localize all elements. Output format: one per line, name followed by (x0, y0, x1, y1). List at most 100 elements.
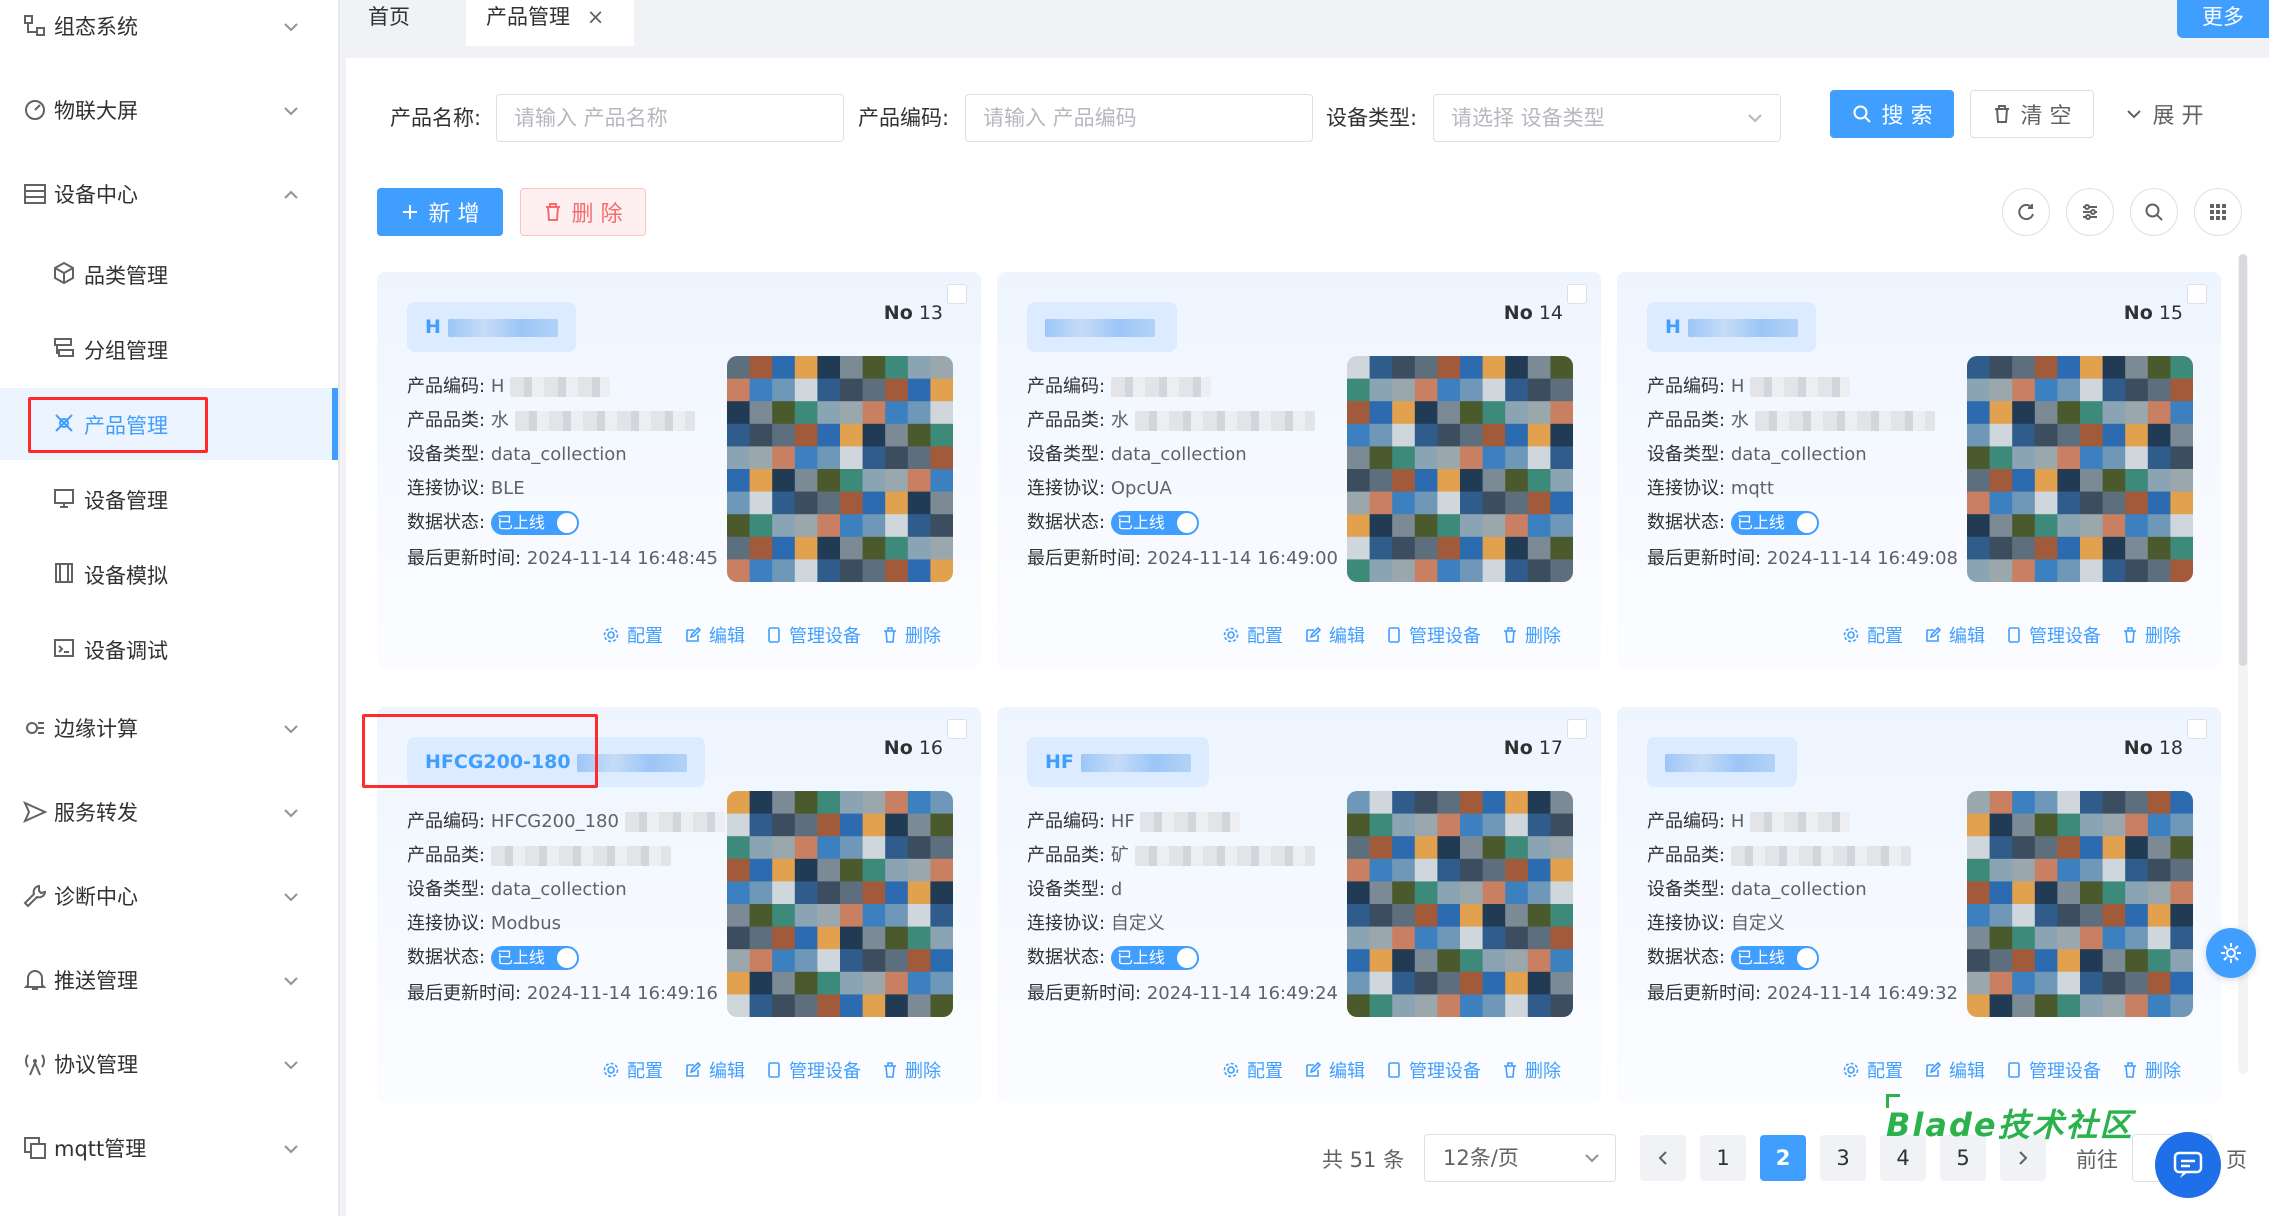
menu-group-dashboard[interactable]: 物联大屏 (0, 80, 338, 140)
menu-group-diagnose[interactable]: 诊断中心 (0, 866, 338, 926)
refresh-button[interactable] (2002, 188, 2050, 236)
manage-devices-action[interactable]: 管理设备 (2007, 1057, 2101, 1083)
menu-group-protocol[interactable]: 协议管理 (0, 1034, 338, 1094)
filter-settings-button[interactable] (2066, 188, 2114, 236)
manage-devices-action[interactable]: 管理设备 (767, 622, 861, 648)
switch-label: 已上线 (496, 948, 545, 967)
settings-float-button[interactable] (2206, 928, 2256, 978)
edit-action[interactable]: 编辑 (685, 622, 745, 648)
product-image (1347, 356, 1573, 582)
device-type-select[interactable]: 请选择 设备类型 (1433, 94, 1781, 142)
manage-devices-action[interactable]: 管理设备 (2007, 622, 2101, 648)
clear-button[interactable]: 清 空 (1970, 90, 2094, 138)
edit-action[interactable]: 编辑 (1925, 622, 1985, 648)
close-icon[interactable]: × (587, 5, 605, 29)
status-switch[interactable]: 已上线 (1730, 946, 1819, 970)
page-button[interactable]: 3 (1820, 1135, 1866, 1181)
product-card[interactable]: No 14 产品编码: 产品品类: 水 设备类型: data_collectio… (997, 272, 1601, 668)
tab-home[interactable]: 首页 (368, 0, 448, 46)
menu-group-forward[interactable]: 服务转发 (0, 782, 338, 842)
sidebar-item-category[interactable]: 品类管理 (0, 238, 338, 308)
sidebar-item-group[interactable]: 分组管理 (0, 313, 338, 383)
delete-action[interactable]: 删除 (2123, 622, 2181, 648)
page-button-active[interactable]: 2 (1760, 1135, 1806, 1181)
prev-page-button[interactable] (1640, 1135, 1686, 1181)
card-checkbox[interactable] (1567, 284, 1587, 304)
delete-action[interactable]: 删除 (883, 1057, 941, 1083)
delete-action[interactable]: 删除 (1503, 1057, 1561, 1083)
config-action[interactable]: 配置 (603, 1057, 663, 1083)
tab-product[interactable]: 产品管理 × (466, 0, 634, 46)
chevron-down-icon (2125, 105, 2143, 123)
status-switch[interactable]: 已上线 (490, 511, 579, 535)
delete-action[interactable]: 删除 (2123, 1057, 2181, 1083)
page-button[interactable]: 1 (1700, 1135, 1746, 1181)
product-name-tag[interactable]: H (407, 302, 576, 352)
card-checkbox[interactable] (947, 719, 967, 739)
field-value: H (490, 376, 505, 397)
product-card[interactable]: HF No 17 产品编码: HF 产品品类: 矿 设备类型: d 连接协议: … (997, 707, 1601, 1103)
product-card[interactable]: No 18 产品编码: H 产品品类: 设备类型: data_collectio… (1617, 707, 2221, 1103)
manage-devices-action[interactable]: 管理设备 (1387, 1057, 1481, 1083)
config-action[interactable]: 配置 (603, 622, 663, 648)
grid-icon (2208, 202, 2228, 222)
page-size-select[interactable]: 12条/页 (1424, 1134, 1616, 1182)
field-label: 设备类型: (1647, 444, 1726, 465)
action-label: 配置 (1247, 626, 1283, 647)
product-name-tag[interactable] (1647, 737, 1797, 787)
card-checkbox[interactable] (2187, 719, 2207, 739)
menu-group-push[interactable]: 推送管理 (0, 950, 338, 1010)
delete-action[interactable]: 删除 (1503, 622, 1561, 648)
trash-icon (2124, 1062, 2136, 1078)
delete-button[interactable]: 删 除 (520, 188, 646, 236)
product-name-input[interactable]: 请输入 产品名称 (496, 94, 844, 142)
status-switch[interactable]: 已上线 (1110, 511, 1199, 535)
card-checkbox[interactable] (947, 284, 967, 304)
add-button[interactable]: 新 增 (377, 188, 503, 236)
action-label: 删除 (905, 1061, 941, 1082)
scrollbar-thumb[interactable] (2239, 254, 2247, 666)
product-name-tag[interactable]: H (1647, 302, 1816, 352)
menu-group-mqtt[interactable]: mqtt管理 (0, 1118, 338, 1178)
status-switch[interactable]: 已上线 (1730, 511, 1819, 535)
config-action[interactable]: 配置 (1843, 1057, 1903, 1083)
menu-group-device-center[interactable]: 设备中心 (0, 164, 338, 224)
sidebar-item-device[interactable]: 设备管理 (0, 463, 338, 533)
status-switch[interactable]: 已上线 (1110, 946, 1199, 970)
search-button[interactable]: 搜 索 (1830, 90, 1954, 138)
menu-group-zutai[interactable]: 组态系统 (0, 0, 338, 56)
delete-action[interactable]: 删除 (883, 622, 941, 648)
more-button[interactable]: 更多 (2177, 0, 2269, 38)
page-size-value: 12条/页 (1443, 1146, 1519, 1170)
status-switch[interactable]: 已上线 (490, 946, 579, 970)
product-code-input[interactable]: 请输入 产品编码 (965, 94, 1313, 142)
sidebar: 组态系统 物联大屏 设备中心 品类管理 分组管理 产品管理 设备管理 设备模拟 … (0, 0, 338, 1216)
toggle-search-button[interactable] (2130, 188, 2178, 236)
product-card[interactable]: H No 15 产品编码: H 产品品类: 水 设备类型: data_colle… (1617, 272, 2221, 668)
manage-devices-action[interactable]: 管理设备 (1387, 622, 1481, 648)
product-card[interactable]: H No 13 产品编码: H 产品品类: 水 设备类型: data_colle… (377, 272, 981, 668)
sidebar-item-debug[interactable]: 设备调试 (0, 613, 338, 683)
manage-devices-action[interactable]: 管理设备 (767, 1057, 861, 1083)
config-action[interactable]: 配置 (1223, 622, 1283, 648)
field-label: 连接协议: (407, 478, 486, 499)
sidebar-item-simulate[interactable]: 设备模拟 (0, 538, 338, 608)
card-number: No 17 (1504, 737, 1563, 759)
redacted-text (1665, 753, 1775, 772)
product-name-tag[interactable]: HF (1027, 737, 1209, 787)
card-checkbox[interactable] (1567, 719, 1587, 739)
edit-action[interactable]: 编辑 (1305, 622, 1365, 648)
field-label: 产品编码: (1647, 811, 1726, 832)
product-name-tag[interactable] (1027, 302, 1177, 352)
config-action[interactable]: 配置 (1223, 1057, 1283, 1083)
menu-group-edge[interactable]: 边缘计算 (0, 698, 338, 758)
field-label: 数据状态: (1027, 512, 1106, 533)
edit-action[interactable]: 编辑 (1925, 1057, 1985, 1083)
edit-action[interactable]: 编辑 (1305, 1057, 1365, 1083)
expand-button[interactable]: 展 开 (2114, 90, 2214, 138)
edit-action[interactable]: 编辑 (685, 1057, 745, 1083)
config-action[interactable]: 配置 (1843, 622, 1903, 648)
grid-view-button[interactable] (2194, 188, 2242, 236)
chat-float-button[interactable] (2155, 1132, 2221, 1198)
card-checkbox[interactable] (2187, 284, 2207, 304)
